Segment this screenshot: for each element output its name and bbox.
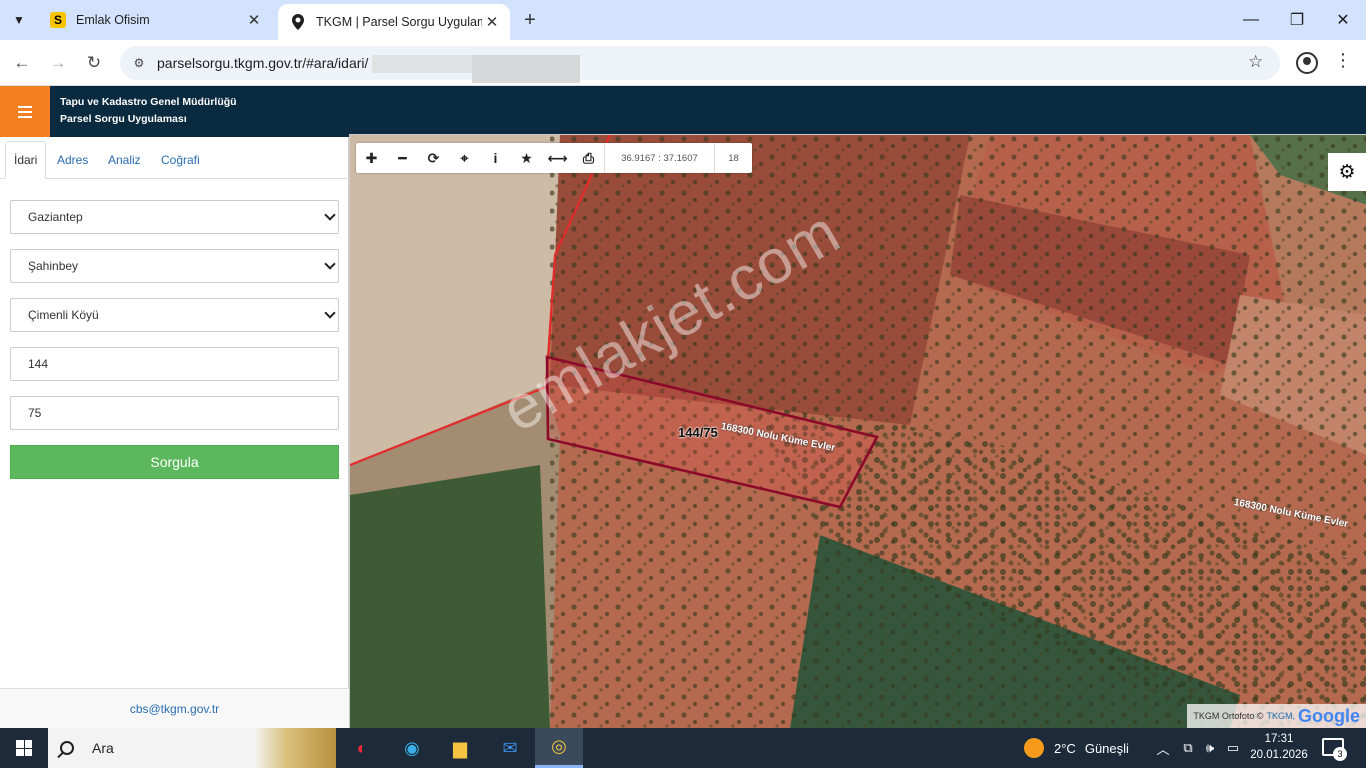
parsel-input-box bbox=[10, 396, 339, 430]
browser-menu-icon[interactable]: ⋮ bbox=[1334, 50, 1352, 71]
opera-app-icon[interactable]: ◐ bbox=[338, 728, 386, 768]
mahalle-select-value: Çimenli Köyü bbox=[28, 308, 99, 322]
app-title-org: Tapu ve Kadastro Genel Müdürlüğü bbox=[60, 96, 237, 108]
network-device-icon[interactable]: ⧉ bbox=[1178, 728, 1198, 768]
ilce-select-value: Şahinbey bbox=[28, 259, 79, 273]
refresh-icon[interactable]: ⟳ bbox=[418, 143, 449, 173]
browser-tab-emlak[interactable]: S Emlak Ofisim ✕ bbox=[38, 0, 272, 40]
parsel-input[interactable] bbox=[28, 406, 338, 420]
sun-icon bbox=[1024, 738, 1044, 758]
attribution-link[interactable]: TKGM, bbox=[1267, 711, 1296, 721]
contact-email-link[interactable]: cbs@tkgm.gov.tr bbox=[0, 688, 349, 728]
chevron-down-icon bbox=[324, 258, 336, 270]
locate-crosshair-icon[interactable]: ⌖ bbox=[449, 143, 480, 173]
attribution-text: TKGM Ortofoto © bbox=[1193, 711, 1264, 721]
close-window-icon[interactable]: ✕ bbox=[1320, 0, 1366, 40]
url-redacted-block bbox=[472, 55, 580, 83]
settings-gear-icon[interactable]: ⚙ bbox=[1328, 153, 1366, 191]
file-explorer-icon[interactable]: ▆ bbox=[436, 728, 484, 768]
display-icon[interactable]: ▭ bbox=[1222, 728, 1244, 768]
satellite-map-image bbox=[350, 135, 1366, 728]
ada-input-box bbox=[10, 347, 339, 381]
measure-arrow-icon[interactable]: ⟷ bbox=[542, 143, 573, 173]
taskbar-search[interactable]: Ara bbox=[48, 728, 336, 768]
edge-app-icon[interactable]: ◉ bbox=[388, 728, 436, 768]
hamburger-menu-icon[interactable] bbox=[0, 86, 50, 137]
back-arrow-icon[interactable]: ← bbox=[8, 49, 36, 77]
print-icon[interactable]: ⎙ bbox=[573, 143, 604, 173]
ilce-select[interactable]: Şahinbey bbox=[10, 249, 339, 283]
taskbar-search-label: Ara bbox=[92, 740, 114, 756]
location-pin-icon bbox=[290, 14, 306, 30]
forward-arrow-icon[interactable]: → bbox=[44, 49, 72, 77]
weather-temp: 2°C bbox=[1054, 740, 1076, 756]
parcel-label[interactable]: 144/75 bbox=[678, 425, 718, 440]
search-icon bbox=[60, 741, 74, 755]
tab-analiz[interactable]: Analiz bbox=[100, 141, 149, 179]
reload-icon[interactable]: ↻ bbox=[80, 49, 108, 77]
tab-search-chevron-icon[interactable]: ▼ bbox=[6, 7, 32, 33]
address-bar[interactable]: ⚙ parselsorgu.tkgm.gov.tr/#ara/idari/ bbox=[120, 46, 1280, 83]
query-panel: İdari Adres Analiz Coğrafi Gaziantep Şah… bbox=[0, 137, 349, 728]
ada-input[interactable] bbox=[28, 357, 338, 371]
google-logo: Google bbox=[1298, 705, 1360, 726]
coordinate-readout: 36.9167 : 37.1607 bbox=[604, 143, 714, 173]
zoom-in-icon[interactable]: ✚ bbox=[356, 143, 387, 173]
bookmark-star-icon[interactable]: ☆ bbox=[1248, 52, 1263, 72]
windows-taskbar: Ara ◐ ◉ ▆ ✉ ◎ 2°C Güneşli ︿ ⧉ 🕪 ▭ 17:31 … bbox=[0, 728, 1366, 768]
url-redacted-block bbox=[372, 55, 472, 73]
sorgula-button[interactable]: Sorgula bbox=[10, 445, 339, 479]
system-clock[interactable]: 17:31 20.01.2026 bbox=[1244, 731, 1314, 763]
tab-close-icon[interactable]: ✕ bbox=[482, 12, 502, 32]
tab-close-icon[interactable]: ✕ bbox=[244, 10, 264, 30]
app-title-name: Parsel Sorgu Uygulaması bbox=[60, 113, 187, 125]
mail-app-icon[interactable]: ✉ bbox=[486, 728, 534, 768]
chevron-down-icon bbox=[324, 209, 336, 221]
profile-avatar-icon[interactable] bbox=[1296, 52, 1318, 74]
map-attribution: TKGM Ortofoto © TKGM, Google bbox=[1187, 704, 1366, 728]
clock-time: 17:31 bbox=[1264, 733, 1294, 745]
tab-idari[interactable]: İdari bbox=[5, 141, 47, 179]
panel-tabs: İdari Adres Analiz Coğrafi bbox=[0, 137, 349, 179]
tray-chevron-up-icon[interactable]: ︿ bbox=[1152, 728, 1174, 768]
favorite-star-icon[interactable]: ★ bbox=[511, 143, 542, 173]
weather-widget[interactable]: 2°C Güneşli bbox=[1024, 728, 1129, 768]
zoom-level-readout: 18 bbox=[714, 143, 752, 173]
start-windows-icon[interactable] bbox=[0, 728, 48, 768]
clock-date: 20.01.2026 bbox=[1250, 749, 1308, 761]
il-select[interactable]: Gaziantep bbox=[10, 200, 339, 234]
tab-cografi[interactable]: Coğrafi bbox=[153, 141, 208, 179]
site-info-icon[interactable]: ⚙ bbox=[130, 54, 148, 72]
browser-toolbar: ← → ↻ ⚙ parselsorgu.tkgm.gov.tr/#ara/ida… bbox=[0, 40, 1366, 86]
tab-title: TKGM | Parsel Sorgu Uygulaması bbox=[316, 15, 482, 29]
app-header: Tapu ve Kadastro Genel Müdürlüğü Parsel … bbox=[0, 86, 1366, 137]
notification-badge: 3 bbox=[1333, 747, 1347, 761]
info-icon[interactable]: i bbox=[480, 143, 511, 173]
search-highlight-image bbox=[254, 728, 336, 768]
browser-tab-tkgm[interactable]: TKGM | Parsel Sorgu Uygulaması ✕ bbox=[278, 4, 510, 40]
new-tab-plus-icon[interactable]: + bbox=[518, 8, 542, 32]
volume-icon[interactable]: 🕪 bbox=[1200, 728, 1220, 768]
map-toolbar: ✚ ━ ⟳ ⌖ i ★ ⟷ ⎙ 36.9167 : 37.1607 18 bbox=[356, 143, 752, 173]
tab-adres[interactable]: Adres bbox=[49, 141, 96, 179]
chevron-down-icon bbox=[324, 307, 336, 319]
restore-icon[interactable]: ❐ bbox=[1274, 0, 1320, 40]
minimize-icon[interactable]: — bbox=[1228, 0, 1274, 40]
il-select-value: Gaziantep bbox=[28, 210, 83, 224]
chrome-app-icon[interactable]: ◎ bbox=[535, 728, 583, 768]
weather-text: Güneşli bbox=[1084, 740, 1129, 756]
map-view[interactable]: emlakjet.com 168300 Nolu Küme Evler 1683… bbox=[349, 134, 1366, 728]
zoom-out-icon[interactable]: ━ bbox=[387, 143, 418, 173]
browser-tab-strip: ▼ S Emlak Ofisim ✕ TKGM | Parsel Sorgu U… bbox=[0, 0, 1366, 40]
tab-title: Emlak Ofisim bbox=[76, 13, 150, 27]
url-text: parselsorgu.tkgm.gov.tr/#ara/idari/ bbox=[157, 55, 369, 71]
mahalle-select[interactable]: Çimenli Köyü bbox=[10, 298, 339, 332]
emlak-favicon-icon: S bbox=[50, 12, 66, 28]
